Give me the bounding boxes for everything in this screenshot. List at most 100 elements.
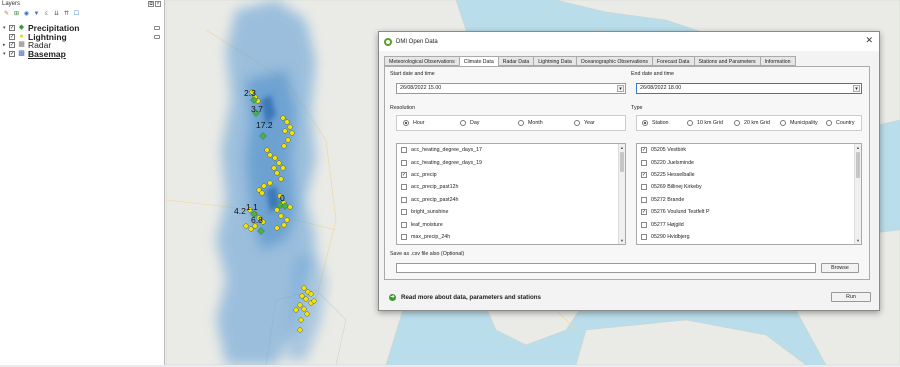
radio-indicator[interactable]	[734, 120, 740, 126]
layer-visibility-checkbox[interactable]: ✓	[9, 25, 15, 32]
parameter-item[interactable]: ✓ acc_precip	[397, 169, 625, 181]
layer-row-basemap[interactable]: ▾ ✓ ▩ Basemap	[3, 50, 160, 59]
start-date-input[interactable]: 26/08/2022 15.00 ▾	[396, 83, 626, 94]
parameter-checkbox[interactable]	[401, 147, 407, 154]
radio-20-km-grid[interactable]: 20 km Grid	[734, 120, 770, 126]
parameter-checkbox[interactable]	[401, 196, 407, 203]
tab-lightning-data[interactable]: Lightning Data	[533, 56, 576, 66]
station-checkbox[interactable]: ✓	[641, 171, 647, 178]
station-item[interactable]: ✓ 05225 Hesselballe	[637, 169, 861, 181]
parameter-checkbox[interactable]	[401, 221, 407, 228]
add-group-icon[interactable]: ⊞	[13, 11, 20, 18]
station-checkbox[interactable]	[641, 196, 647, 203]
station-checkbox[interactable]	[641, 159, 647, 166]
layer-visibility-checkbox[interactable]: ✓	[9, 33, 15, 40]
scroll-down-icon[interactable]: ▼	[855, 237, 861, 244]
radio-country[interactable]: Country	[826, 120, 855, 126]
parameter-item[interactable]: leaf_moisture	[397, 218, 625, 230]
radio-indicator[interactable]	[518, 120, 524, 126]
open-layer-styling-icon[interactable]: ✎	[3, 11, 10, 18]
lightning-point	[287, 124, 293, 130]
run-button[interactable]: Run	[831, 292, 871, 302]
radio-indicator[interactable]	[403, 120, 409, 126]
remove-layer-icon[interactable]: ☐	[73, 11, 80, 18]
radio-month[interactable]: Month	[518, 120, 543, 126]
browse-button[interactable]: Browse	[821, 263, 859, 273]
parameter-item[interactable]: bright_sunshine	[397, 206, 625, 218]
radio-indicator[interactable]	[780, 120, 786, 126]
parameters-scrollbar[interactable]: ▲ ▼	[618, 144, 625, 244]
parameter-item[interactable]: acc_precip_past12h	[397, 181, 625, 193]
scroll-up-icon[interactable]: ▲	[855, 144, 861, 151]
restore-icon[interactable]: ⧉	[148, 1, 154, 7]
parameter-checkbox[interactable]	[401, 184, 407, 191]
radio-indicator[interactable]	[687, 120, 693, 126]
parameter-item[interactable]: acc_heating_degree_days_17	[397, 144, 625, 156]
manage-visibility-icon[interactable]: ◉	[23, 11, 30, 18]
radio-10-km-grid[interactable]: 10 km Grid	[687, 120, 723, 126]
stations-list[interactable]: ✓ 05205 Vestbirk 05220 Juelsminde ✓ 05225 He…	[636, 143, 862, 245]
radio-hour[interactable]: Hour	[403, 120, 424, 126]
chevron-down-icon[interactable]: ▾	[853, 85, 860, 92]
radio-indicator[interactable]	[574, 120, 580, 126]
layer-indicator-icon[interactable]	[154, 34, 160, 39]
close-icon[interactable]: ✕	[865, 36, 873, 45]
tab-meteorological-observations[interactable]: Meteorological Observations	[384, 56, 459, 66]
scroll-thumb[interactable]	[620, 152, 624, 172]
station-item[interactable]: ✓ 05205 Vestbirk	[637, 144, 861, 156]
radio-municipality[interactable]: Municipality	[780, 120, 818, 126]
radio-indicator[interactable]	[826, 120, 832, 126]
parameter-checkbox[interactable]	[401, 209, 407, 216]
parameter-checkbox[interactable]	[401, 159, 407, 166]
tab-radar-data[interactable]: Radar Data	[497, 56, 534, 66]
parameter-item[interactable]: max_precip_24h	[397, 231, 625, 243]
expand-all-icon[interactable]: ⇊	[53, 11, 60, 18]
tab-information[interactable]: Information	[759, 56, 796, 66]
station-checkbox[interactable]	[641, 233, 647, 240]
chevron-down-icon[interactable]: ▾	[617, 85, 624, 92]
scroll-thumb[interactable]	[856, 152, 860, 178]
station-item[interactable]: ✓ 05276 Voulund Testfelt P	[637, 206, 861, 218]
layer-visibility-checkbox[interactable]: ✓	[9, 42, 15, 49]
tab-forecast-data[interactable]: Forecast Data	[651, 56, 694, 66]
stations-scrollbar[interactable]: ▲ ▼	[854, 144, 861, 244]
parameter-checkbox[interactable]	[401, 233, 407, 240]
layer-row-precipitation[interactable]: ▾ ✓ ◆ Precipitation	[3, 24, 160, 33]
station-checkbox[interactable]: ✓	[641, 147, 647, 154]
station-checkbox[interactable]: ✓	[641, 209, 647, 216]
filter-expression-icon[interactable]: ε	[43, 11, 50, 18]
scroll-up-icon[interactable]: ▲	[619, 144, 625, 151]
tab-climate-data[interactable]: Climate Data	[458, 56, 498, 66]
radio-indicator[interactable]	[460, 120, 466, 126]
layer-row-radar[interactable]: ▸ ✓ ▦ Radar	[3, 41, 160, 50]
station-item[interactable]: 05290 Hvidbjerg	[637, 231, 861, 243]
station-item[interactable]: 05277 Højgild	[637, 218, 861, 230]
parameters-list[interactable]: acc_heating_degree_days_17 acc_heating_de…	[396, 143, 626, 245]
scroll-down-icon[interactable]: ▼	[619, 237, 625, 244]
end-date-input[interactable]: 26/08/2022 18.00 ▾	[636, 83, 862, 94]
radio-station[interactable]: Station	[642, 120, 669, 126]
parameter-item[interactable]: acc_precip_past24h	[397, 194, 625, 206]
read-more-link[interactable]: ➜ Read more about data, parameters and s…	[389, 294, 541, 301]
parameter-item[interactable]: acc_heating_degree_days_19	[397, 156, 625, 168]
layer-row-lightning[interactable]: ✓ ● Lightning	[3, 33, 160, 41]
close-icon[interactable]: ×	[155, 1, 161, 7]
station-item[interactable]: 05220 Juelsminde	[637, 156, 861, 168]
csv-path-input[interactable]	[396, 263, 816, 273]
station-checkbox[interactable]	[641, 184, 647, 191]
layer-name[interactable]: Basemap	[28, 50, 66, 59]
layer-indicator-icon[interactable]	[154, 26, 160, 30]
radio-day[interactable]: Day	[460, 120, 479, 126]
parameter-checkbox[interactable]: ✓	[401, 171, 407, 178]
station-item[interactable]: 05272 Brande	[637, 194, 861, 206]
filter-legend-icon[interactable]: ▼	[33, 11, 40, 18]
tab-stations-and-parameters[interactable]: Stations and Parameters	[693, 56, 760, 66]
station-checkbox[interactable]	[641, 221, 647, 228]
collapse-all-icon[interactable]: ⇈	[63, 11, 70, 18]
dialog-title-bar[interactable]: DMI Open Data ✕	[379, 32, 879, 51]
layer-visibility-checkbox[interactable]: ✓	[9, 50, 15, 57]
tab-oceanographic-observations[interactable]: Oceanographic Observations	[575, 56, 652, 66]
radio-indicator[interactable]	[642, 120, 648, 126]
station-item[interactable]: 05269 Billinej Kirkeby	[637, 181, 861, 193]
radio-year[interactable]: Year	[574, 120, 595, 126]
